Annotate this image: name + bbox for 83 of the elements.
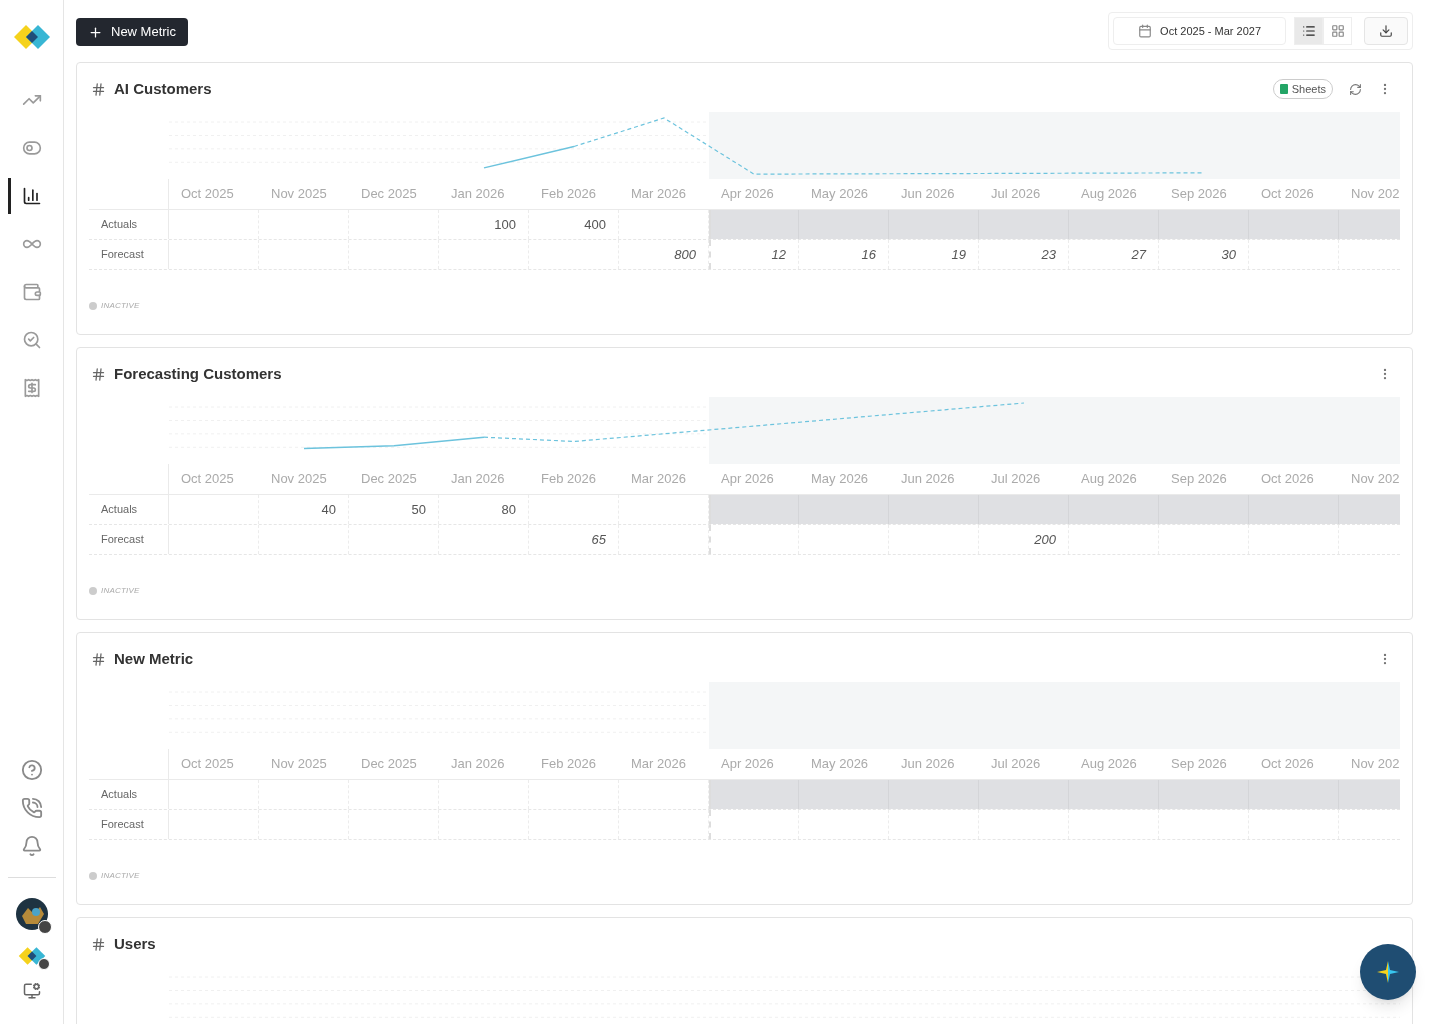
bell-icon[interactable] <box>20 835 43 857</box>
hash-icon <box>91 81 106 97</box>
month-header: Jan 2026 <box>451 754 505 773</box>
month-header: Nov 2025 <box>271 754 327 773</box>
month-header: Jan 2026 <box>451 184 505 203</box>
status-label: INACTIVE <box>101 870 140 882</box>
month-header: Nov 2025 <box>271 469 327 488</box>
download-icon <box>1379 24 1393 38</box>
month-header: Oct 2025 <box>181 469 234 488</box>
toggles-icon <box>21 138 42 158</box>
month-header: Sep 2026 <box>1171 754 1227 773</box>
month-header: Aug 2026 <box>1081 754 1137 773</box>
month-header: Oct 2026 <box>1261 469 1314 488</box>
calendar-icon <box>1138 24 1153 38</box>
status-label: INACTIVE <box>101 585 140 597</box>
month-header: Feb 2026 <box>541 184 596 203</box>
month-header: Dec 2025 <box>361 184 417 203</box>
month-header: Nov 202 <box>1351 754 1400 773</box>
wallet-icon <box>21 282 42 302</box>
help-icon[interactable] <box>20 759 43 781</box>
new-metric-button[interactable]: New Metric <box>76 18 188 46</box>
list-view-button[interactable] <box>1294 17 1323 45</box>
logo-icon <box>17 946 46 966</box>
month-header: Nov 2025 <box>271 184 327 203</box>
month-header: Jan 2026 <box>451 469 505 488</box>
month-header: Jun 2026 <box>901 469 955 488</box>
row-label: Forecast <box>101 817 144 833</box>
download-button[interactable] <box>1364 17 1408 45</box>
metric-title: AI Customers <box>114 78 212 99</box>
month-header: May 2026 <box>811 754 869 773</box>
month-header: Jun 2026 <box>901 754 955 773</box>
row-label: Actuals <box>101 502 138 518</box>
month-header: Jun 2026 <box>901 184 955 203</box>
month-header: Aug 2026 <box>1081 469 1137 488</box>
bars-icon <box>21 186 42 206</box>
monitor-icon[interactable] <box>22 982 41 1000</box>
row-label: Forecast <box>101 247 144 263</box>
month-header: Mar 2026 <box>631 184 686 203</box>
month-header: Jul 2026 <box>991 184 1041 203</box>
metric-title: Forecasting Customers <box>114 363 282 384</box>
month-header: Sep 2026 <box>1171 184 1227 203</box>
avatar[interactable] <box>15 898 48 930</box>
sparkle-icon <box>1376 960 1400 984</box>
month-header: May 2026 <box>811 184 869 203</box>
grid-view-button[interactable] <box>1323 17 1352 45</box>
list-icon <box>1301 24 1316 38</box>
table-cell: 12 <box>709 240 799 269</box>
month-header: Dec 2025 <box>361 754 417 773</box>
sync-icon[interactable] <box>1349 82 1362 96</box>
hash-icon <box>91 936 106 952</box>
month-header: May 2026 <box>811 469 869 488</box>
grid-icon <box>1330 24 1345 38</box>
plus-icon <box>88 24 103 40</box>
month-header: Apr 2026 <box>721 469 774 488</box>
month-header: Oct 2025 <box>181 184 234 203</box>
row-label: Forecast <box>101 532 144 548</box>
month-header: Sep 2026 <box>1171 469 1227 488</box>
month-header: Nov 202 <box>1351 469 1400 488</box>
month-header: Mar 2026 <box>631 469 686 488</box>
metric-title: New Metric <box>114 648 194 669</box>
month-header: Mar 2026 <box>631 754 686 773</box>
row-label: Actuals <box>101 787 138 803</box>
month-header: Apr 2026 <box>721 184 774 203</box>
month-header: Feb 2026 <box>541 754 596 773</box>
month-header: Aug 2026 <box>1081 184 1137 203</box>
month-header: Oct 2025 <box>181 754 234 773</box>
month-header: Oct 2026 <box>1261 754 1314 773</box>
date-range-button[interactable]: Oct 2025 - Mar 2027 <box>1113 17 1286 45</box>
status-label: INACTIVE <box>101 300 140 312</box>
month-header: Apr 2026 <box>721 754 774 773</box>
month-header: Dec 2025 <box>361 469 417 488</box>
month-header: Oct 2026 <box>1261 184 1314 203</box>
explore-icon <box>21 330 42 350</box>
month-header: Jul 2026 <box>991 469 1041 488</box>
logo-icon <box>12 24 51 50</box>
month-header: Nov 202 <box>1351 184 1400 203</box>
hash-icon <box>91 366 106 382</box>
hash-icon <box>91 651 106 667</box>
month-header: Jul 2026 <box>991 754 1041 773</box>
metric-title: Users <box>114 933 156 954</box>
phone-icon[interactable] <box>20 797 43 819</box>
month-header: Feb 2026 <box>541 469 596 488</box>
row-label: Actuals <box>101 217 138 233</box>
